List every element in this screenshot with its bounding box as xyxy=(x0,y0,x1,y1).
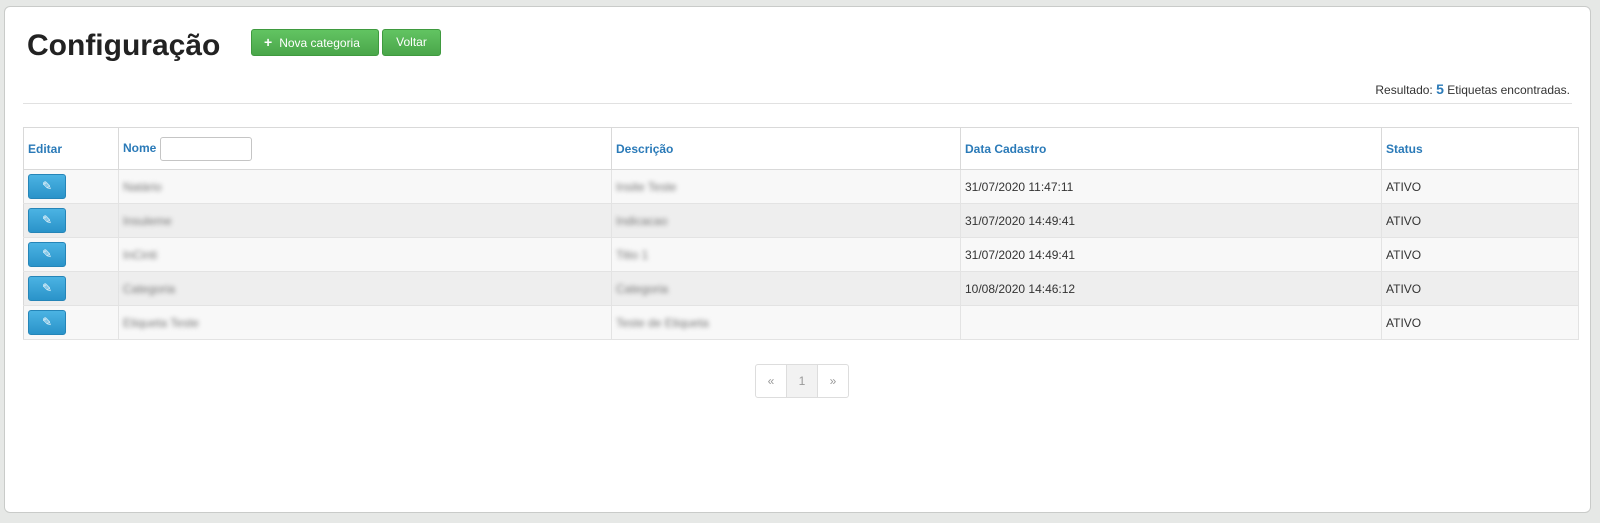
table-row: ✎ Etiqueta Teste Teste de Etiqueta ATIVO xyxy=(23,305,1579,340)
header-divider xyxy=(23,103,1572,104)
data-cell: 31/07/2020 11:47:11 xyxy=(960,169,1382,204)
data-cell: 31/07/2020 14:49:41 xyxy=(960,237,1382,272)
status-cell: ATIVO xyxy=(1381,169,1579,204)
descricao-value: Teste de Etiqueta xyxy=(616,315,709,330)
edit-button[interactable]: ✎ xyxy=(28,276,66,301)
status-cell: ATIVO xyxy=(1381,305,1579,340)
nome-value: InCinti xyxy=(123,247,158,262)
nome-value: Natário xyxy=(123,179,162,194)
status-cell: ATIVO xyxy=(1381,271,1579,306)
edit-cell: ✎ xyxy=(23,169,119,204)
edit-icon: ✎ xyxy=(41,213,53,227)
edit-button[interactable]: ✎ xyxy=(28,174,66,199)
nome-filter-input[interactable] xyxy=(160,136,253,161)
page-title: Configuração xyxy=(27,29,221,62)
edit-icon: ✎ xyxy=(41,315,53,329)
table-row: ✎ Categoria Categoria 10/08/2020 14:46:1… xyxy=(23,271,1579,306)
table-row: ✎ InCinti Titio 1 31/07/2020 14:49:41 AT… xyxy=(23,237,1579,272)
pagination: « 1 » xyxy=(755,364,849,398)
data-cell: 31/07/2020 14:49:41 xyxy=(960,203,1382,238)
result-summary: Resultado: 5 Etiquetas encontradas. xyxy=(1375,81,1570,97)
edit-cell: ✎ xyxy=(23,271,119,306)
data-cell xyxy=(960,305,1382,340)
new-category-label: Nova categoria xyxy=(279,36,360,50)
nome-value: Etiqueta Teste xyxy=(123,315,199,330)
descricao-value: Titio 1 xyxy=(616,247,649,262)
edit-button[interactable]: ✎ xyxy=(28,242,66,267)
edit-icon: ✎ xyxy=(41,281,53,295)
edit-button[interactable]: ✎ xyxy=(28,310,66,335)
nome-cell: Insuleme xyxy=(118,203,612,238)
nome-value: Categoria xyxy=(123,281,176,296)
edit-button[interactable]: ✎ xyxy=(28,208,66,233)
status-cell: ATIVO xyxy=(1381,237,1579,272)
main-panel: Configuração + Nova categoria Voltar Resu… xyxy=(4,6,1591,513)
edit-icon: ✎ xyxy=(41,247,53,261)
result-prefix: Resultado: xyxy=(1375,83,1433,97)
plus-icon: + xyxy=(264,34,273,50)
descricao-value: Categoria xyxy=(616,281,669,296)
result-count: 5 xyxy=(1436,81,1444,97)
status-cell: ATIVO xyxy=(1381,203,1579,238)
edit-icon: ✎ xyxy=(41,179,53,193)
nome-value: Insuleme xyxy=(123,213,172,228)
result-suffix: Etiquetas encontradas. xyxy=(1447,83,1570,97)
col-header-data-cadastro[interactable]: Data Cadastro xyxy=(960,127,1382,170)
pagination-page-1[interactable]: 1 xyxy=(786,364,818,398)
nome-cell: Etiqueta Teste xyxy=(118,305,612,340)
col-header-editar[interactable]: Editar xyxy=(23,127,119,170)
descricao-value: Insite Teste xyxy=(616,179,677,194)
edit-cell: ✎ xyxy=(23,305,119,340)
descricao-value: Indicacao xyxy=(616,213,668,228)
descricao-cell: Titio 1 xyxy=(611,237,961,272)
back-button[interactable]: Voltar xyxy=(382,29,441,56)
col-header-descricao[interactable]: Descrição xyxy=(611,127,961,170)
descricao-cell: Teste de Etiqueta xyxy=(611,305,961,340)
table-row: ✎ Insuleme Indicacao 31/07/2020 14:49:41… xyxy=(23,203,1579,238)
col-header-status[interactable]: Status xyxy=(1381,127,1579,170)
table-row: ✎ Natário Insite Teste 31/07/2020 11:47:… xyxy=(23,169,1579,204)
table-header-row: Editar Nome Descrição Data Cadastro Stat… xyxy=(23,127,1579,170)
descricao-cell: Categoria xyxy=(611,271,961,306)
edit-cell: ✎ xyxy=(23,203,119,238)
nome-cell: Categoria xyxy=(118,271,612,306)
new-category-button[interactable]: + Nova categoria xyxy=(251,29,379,56)
descricao-cell: Indicacao xyxy=(611,203,961,238)
categories-table: Editar Nome Descrição Data Cadastro Stat… xyxy=(23,127,1579,340)
pagination-next-button[interactable]: » xyxy=(817,364,849,398)
nome-cell: InCinti xyxy=(118,237,612,272)
edit-cell: ✎ xyxy=(23,237,119,272)
nome-cell: Natário xyxy=(118,169,612,204)
descricao-cell: Insite Teste xyxy=(611,169,961,204)
data-cell: 10/08/2020 14:46:12 xyxy=(960,271,1382,306)
pagination-prev-button[interactable]: « xyxy=(755,364,787,398)
col-header-nome-label[interactable]: Nome xyxy=(123,141,156,155)
col-header-nome[interactable]: Nome xyxy=(118,127,612,170)
